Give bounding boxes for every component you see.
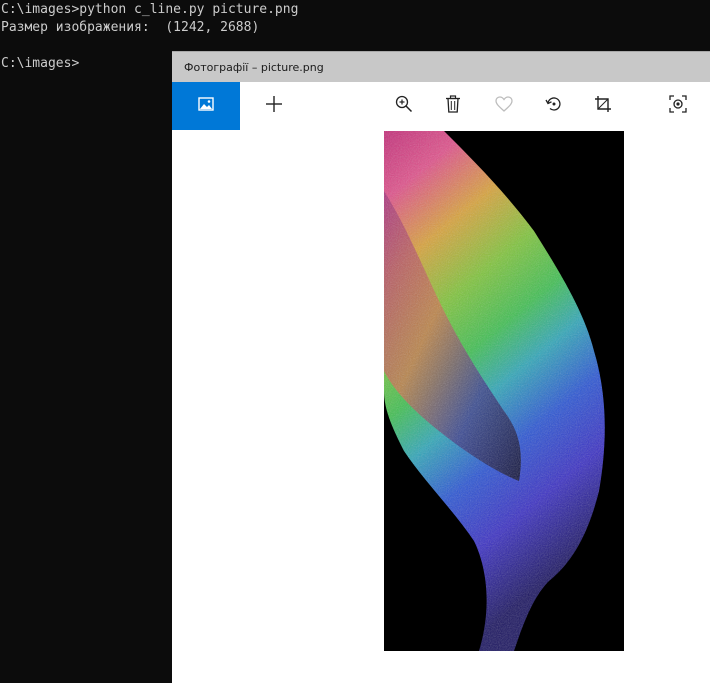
photos-app-window: Фотографії – picture.png (172, 51, 710, 683)
plus-icon (264, 94, 284, 118)
heart-icon (495, 96, 513, 116)
console-output-line: Размер изображения: (1242, 2688) (1, 20, 260, 35)
image-icon (198, 96, 214, 116)
focus-icon (669, 95, 687, 117)
view-image-button[interactable] (172, 82, 240, 130)
crop-button[interactable] (583, 82, 623, 130)
zoom-in-button[interactable] (384, 82, 424, 130)
console-command-line: C:\images>python c_line.py picture.png (1, 2, 299, 17)
displayed-picture (384, 131, 624, 651)
crop-icon (594, 95, 612, 117)
rotate-button[interactable] (534, 82, 574, 130)
enhance-button[interactable] (658, 82, 698, 130)
add-button[interactable] (254, 82, 294, 130)
rotate-icon (545, 95, 563, 117)
window-title: Фотографії – picture.png (184, 61, 324, 74)
photo-viewer-image[interactable] (384, 131, 624, 651)
zoom-in-icon (395, 95, 413, 117)
favorite-button[interactable] (484, 82, 524, 130)
delete-button[interactable] (433, 82, 473, 130)
trash-icon (445, 95, 461, 117)
console-prompt-line: C:\images> (1, 56, 80, 71)
toolbar (172, 82, 710, 130)
window-titlebar[interactable]: Фотографії – picture.png (172, 51, 710, 82)
